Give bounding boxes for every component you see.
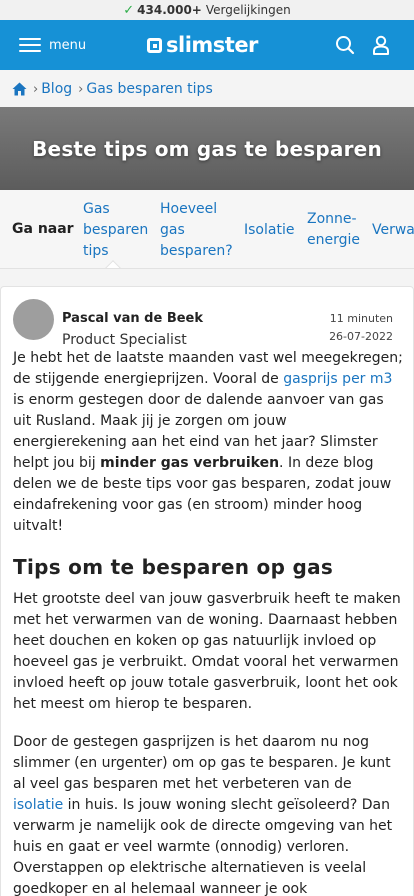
toc-item-zonne-energie[interactable]: Zonne-energie [307,209,360,251]
hero-banner: Beste tips om gas te besparen [0,107,414,190]
author-role: Product Specialist [62,332,187,348]
publish-date: 26-07-2022 [329,330,393,343]
hamburger-icon [19,37,41,53]
intro-paragraph: Je hebt het de laatste maanden vast wel … [13,350,403,534]
page-title: Beste tips om gas te besparen [32,136,382,161]
checkmark-icon: ✓ [123,2,135,18]
isolatie-link[interactable]: isolatie [13,797,63,813]
home-icon[interactable] [12,82,27,96]
toc-item-gas-besparen-tips[interactable]: Gas besparen tips [83,199,148,262]
slimster-logo[interactable]: slimster [147,33,258,57]
chevron-right-icon: › [78,81,84,97]
toc-label: Ga naar [12,221,74,237]
logo-text: slimster [166,33,258,57]
article-card: Pascal van de Beek Product Specialist 11… [0,286,414,896]
paragraph: Door de gestegen gasprijzen is het daaro… [13,734,393,896]
toc-item-hoeveel-gas-besparen[interactable]: Hoeveel gas besparen? [160,199,233,262]
top-info-bar: ✓ 434.000+ Vergelijkingen [0,0,414,20]
menu-label: menu [49,37,87,53]
user-icon[interactable] [371,35,391,59]
chevron-right-icon: › [33,81,39,97]
bold-phrase: minder gas verbruiken [100,455,280,471]
paragraph: Het grootste deel van jouw gasverbruik h… [13,591,401,712]
reading-time: 11 minuten [329,312,393,325]
comparisons-label: Vergelijkingen [205,3,291,17]
section-heading: Tips om te besparen op gas [13,555,334,579]
search-icon[interactable] [335,35,355,59]
avatar [13,299,54,340]
breadcrumb-gas-besparen-tips[interactable]: Gas besparen tips [86,81,212,97]
author-block: Pascal van de Beek Product Specialist 11… [13,299,403,348]
author-name: Pascal van de Beek [62,311,204,326]
table-of-contents-bar: Ga naar Gas besparen tips Hoeveel gas bespar… [0,190,414,269]
logo-mark-icon [147,37,162,53]
breadcrumb-blog[interactable]: Blog [41,81,72,97]
toc-item-isolatie[interactable]: Isolatie [244,220,294,241]
gasprijs-link[interactable]: gasprijs per m3 [283,371,392,387]
menu-button[interactable]: menu [19,37,86,53]
site-header: menu slimster [0,20,414,70]
comparisons-count: 434.000+ [137,3,202,17]
breadcrumb: › Blog › Gas besparen tips [0,70,414,108]
toc-item-verwarmen[interactable]: Verwarmen [372,220,414,241]
